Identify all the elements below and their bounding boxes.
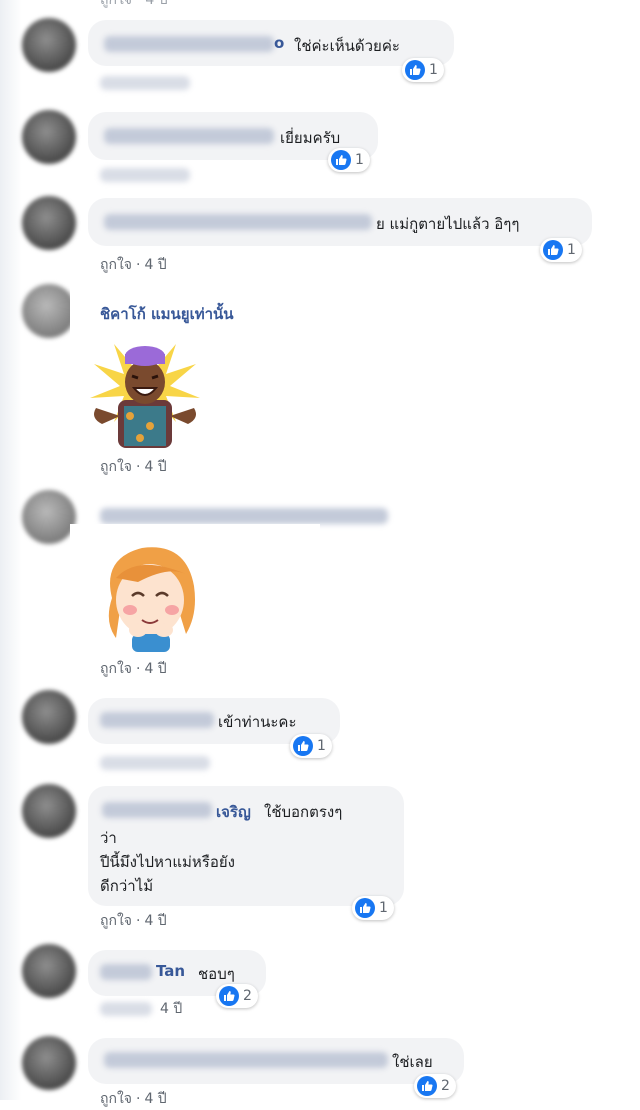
reaction-badge[interactable]: 2 [414, 1074, 456, 1098]
avatar[interactable] [22, 1036, 76, 1090]
separator-dot: · [136, 913, 141, 929]
blurred-author-name [100, 712, 214, 728]
comment-text-line: ว่า [100, 829, 117, 847]
avatar[interactable] [22, 284, 76, 338]
reaction-badge[interactable]: 2 [216, 984, 258, 1008]
blurred-meta [100, 1002, 152, 1016]
thumbs-up-icon [355, 898, 375, 918]
blurred-author-name [104, 36, 274, 52]
like-link[interactable]: ถูกใจ [100, 459, 132, 475]
avatar[interactable] [22, 944, 76, 998]
cheering-man-sticker[interactable] [84, 334, 206, 452]
like-link[interactable]: ถูกใจ [100, 661, 132, 677]
page-edge-shade [0, 0, 22, 1100]
comment-meta-top: ถูกใจ · 4 ปี [100, 0, 168, 8]
comment-meta: ถูกใจ · 4 ปี [100, 910, 167, 932]
author-name[interactable]: ชิคาโก้ แมนยูเท่านั้น [100, 302, 234, 326]
blurred-meta [100, 76, 190, 90]
blurred-meta [100, 168, 190, 182]
comment-meta: ถูกใจ · 4 ปี [100, 1088, 167, 1110]
comment-age: 4 ปี [144, 257, 167, 273]
thumbs-up-icon [293, 736, 313, 756]
comment-meta: ถูกใจ · 4 ปี [100, 658, 167, 680]
thumbs-up-icon [219, 986, 239, 1006]
comment-age: 4 ปี [144, 913, 167, 929]
author-name[interactable]: o [274, 34, 284, 52]
like-count: 2 [243, 988, 252, 1004]
comment-text: ย แม่กูตายไปแล้ว อิๆๆ [376, 215, 520, 233]
like-count: 1 [567, 242, 576, 258]
comment-text: ชอบๆ [198, 965, 235, 983]
thumbs-up-icon [405, 60, 425, 80]
comment-age: 4 ปี [144, 661, 167, 677]
comment-age: 4 ปี [160, 1001, 183, 1017]
author-name[interactable]: Tan [156, 962, 185, 980]
comment-text: เยี่ยมครับ [280, 129, 341, 147]
avatar[interactable] [22, 196, 76, 250]
blurred-author-name [104, 1052, 388, 1068]
avatar[interactable] [22, 690, 76, 744]
reaction-badge[interactable]: 1 [540, 238, 582, 262]
separator-dot: · [136, 1091, 141, 1107]
comment-text: เข้าท่านะคะ [218, 713, 297, 731]
like-link[interactable]: ถูกใจ [100, 257, 132, 273]
thumbs-up-icon [543, 240, 563, 260]
thumbs-up-icon [331, 150, 351, 170]
comment-text: ใช่เลย [392, 1053, 433, 1071]
blurred-author-name [104, 214, 372, 230]
reaction-badge[interactable]: 1 [352, 896, 394, 920]
like-count: 2 [441, 1078, 450, 1094]
like-count: 1 [317, 738, 326, 754]
separator-dot: · [136, 661, 141, 677]
reaction-badge[interactable]: 1 [290, 734, 332, 758]
comment-text-line: ดีกว่าไม้ [100, 877, 154, 895]
blurred-author-name [100, 964, 152, 980]
avatar[interactable] [22, 784, 76, 838]
reaction-badge[interactable]: 1 [328, 148, 370, 172]
blurred-author-name [100, 508, 388, 524]
blurred-author-name [104, 128, 274, 144]
like-link[interactable]: ถูกใจ [100, 1091, 132, 1107]
blurred-author-name [102, 802, 212, 818]
separator-dot: · [136, 459, 141, 475]
comment-age: 4 ปี [144, 459, 167, 475]
comment-meta: ถูกใจ · 4 ปี [100, 456, 167, 478]
like-count: 1 [379, 900, 388, 916]
like-count: 1 [429, 62, 438, 78]
comment-text: ใช้บอกตรงๆ [264, 803, 343, 821]
comment-meta: ถูกใจ · 4 ปี [100, 254, 167, 276]
blurred-meta [100, 756, 210, 770]
thumbs-up-icon [417, 1076, 437, 1096]
like-count: 1 [355, 152, 364, 168]
like-link[interactable]: ถูกใจ [100, 913, 132, 929]
comment-age: 4 ปี [144, 1091, 167, 1107]
avatar[interactable] [22, 490, 76, 544]
reaction-badge[interactable]: 1 [402, 58, 444, 82]
author-name[interactable]: เจริญ [216, 800, 251, 824]
separator-dot: · [136, 257, 141, 273]
comment-text: ใช่ค่ะเห็นด้วยค่ะ [294, 37, 400, 55]
blushing-girl-sticker[interactable] [98, 538, 202, 654]
comment-text-line: ปีนี้มึงไปหาแม่หรือยัง [100, 853, 235, 871]
avatar[interactable] [22, 110, 76, 164]
avatar[interactable] [22, 18, 76, 72]
